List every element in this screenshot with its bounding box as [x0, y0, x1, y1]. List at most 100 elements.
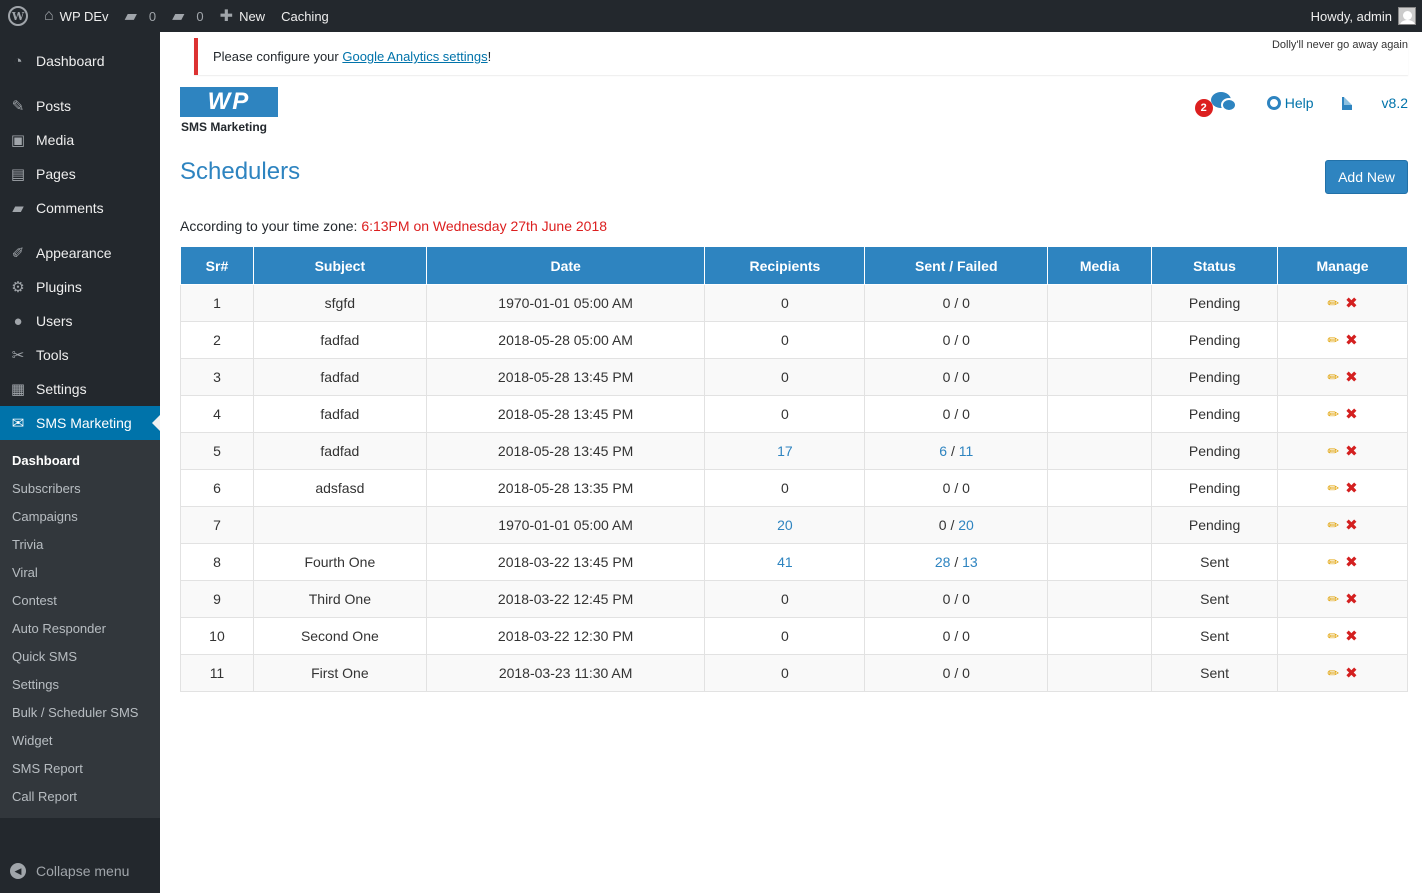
sent-value: 0: [942, 332, 951, 348]
cell-sr: 6: [180, 469, 254, 507]
new-content-menu[interactable]: ✚ New: [212, 0, 273, 32]
submenu-item-viral[interactable]: Viral: [0, 558, 160, 586]
sidebar-item-posts[interactable]: ✎ Posts: [0, 89, 160, 123]
cell-sent-failed: 0 / 0: [864, 284, 1049, 322]
edit-pencil-icon[interactable]: ✏: [1327, 628, 1339, 645]
sidebar-item-plugins[interactable]: ⚙ Plugins: [0, 270, 160, 304]
edit-pencil-icon[interactable]: ✏: [1327, 517, 1339, 534]
cell-subject: fadfad: [252, 321, 427, 359]
submenu-item-call-report[interactable]: Call Report: [0, 782, 160, 810]
cell-subject: fadfad: [252, 432, 427, 470]
recipients-value[interactable]: 20: [777, 517, 793, 533]
col-media[interactable]: Media: [1047, 246, 1153, 285]
caching-label: Caching: [281, 8, 329, 24]
cell-sent-failed: 0 / 20: [864, 506, 1049, 544]
sidebar-item-pages[interactable]: ▤ Pages: [0, 157, 160, 191]
submenu-item-quick-sms[interactable]: Quick SMS: [0, 642, 160, 670]
submenu-item-subscribers[interactable]: Subscribers: [0, 474, 160, 502]
recipients-value[interactable]: 17: [777, 443, 793, 459]
edit-pencil-icon[interactable]: ✏: [1327, 443, 1339, 460]
site-name-link[interactable]: ⌂ WP DEv: [36, 0, 117, 32]
delete-x-icon[interactable]: ✖: [1345, 442, 1358, 460]
cell-sr: 2: [180, 321, 254, 359]
delete-x-icon[interactable]: ✖: [1345, 405, 1358, 423]
delete-x-icon[interactable]: ✖: [1345, 627, 1358, 645]
cell-media: [1047, 321, 1153, 359]
analytics-notice: Please configure your Google Analytics s…: [194, 38, 1408, 75]
cell-status: Pending: [1151, 395, 1279, 433]
submenu-item-campaigns[interactable]: Campaigns: [0, 502, 160, 530]
chat-button[interactable]: 2: [1194, 92, 1237, 117]
col-sr[interactable]: Sr#: [180, 246, 254, 285]
submenu-item-widget[interactable]: Widget: [0, 726, 160, 754]
cell-sr: 7: [180, 506, 254, 544]
sidebar-item-tools[interactable]: ✂ Tools: [0, 338, 160, 372]
submenu-item-contest[interactable]: Contest: [0, 586, 160, 614]
submenu-item-dashboard[interactable]: Dashboard: [0, 446, 160, 474]
edit-pencil-icon[interactable]: ✏: [1327, 406, 1339, 423]
failed-value[interactable]: 20: [958, 517, 974, 533]
delete-x-icon[interactable]: ✖: [1345, 368, 1358, 386]
col-recipients[interactable]: Recipients: [704, 246, 866, 285]
submenu-item-sms-report[interactable]: SMS Report: [0, 754, 160, 782]
wp-logo-menu[interactable]: W: [0, 0, 36, 32]
col-sent-failed[interactable]: Sent / Failed: [864, 246, 1049, 285]
delete-x-icon[interactable]: ✖: [1345, 516, 1358, 534]
submenu-item-settings[interactable]: Settings: [0, 670, 160, 698]
sent-value[interactable]: 6: [939, 443, 947, 459]
sent-value: 0: [942, 480, 951, 496]
failed-value[interactable]: 11: [959, 443, 974, 459]
help-link[interactable]: Help: [1266, 95, 1314, 111]
delete-x-icon[interactable]: ✖: [1345, 479, 1358, 497]
delete-x-icon[interactable]: ✖: [1345, 331, 1358, 349]
submenu-item-trivia[interactable]: Trivia: [0, 530, 160, 558]
edit-pencil-icon[interactable]: ✏: [1327, 665, 1339, 682]
version-link[interactable]: v8.2: [1382, 95, 1408, 111]
cell-recipients: 0: [704, 284, 866, 322]
timezone-label: According to your time zone:: [180, 218, 362, 234]
add-new-button[interactable]: Add New: [1325, 160, 1408, 194]
help-label: Help: [1284, 95, 1314, 111]
sidebar-item-media[interactable]: ▣ Media: [0, 123, 160, 157]
sidebar-item-comments[interactable]: ▰ Comments: [0, 191, 160, 225]
edit-pencil-icon[interactable]: ✏: [1327, 554, 1339, 571]
failed-value[interactable]: 13: [962, 554, 978, 570]
cell-status: Sent: [1151, 654, 1279, 692]
collapse-menu-button[interactable]: ◀ Collapse menu: [0, 863, 129, 879]
document-icon[interactable]: [1341, 96, 1352, 110]
account-menu[interactable]: Howdy, admin: [1311, 7, 1422, 25]
cell-media: [1047, 580, 1153, 618]
edit-pencil-icon[interactable]: ✏: [1327, 591, 1339, 608]
schedulers-table: Sr# Subject Date Recipients Sent / Faile…: [180, 246, 1408, 692]
cell-status: Pending: [1151, 506, 1279, 544]
col-subject[interactable]: Subject: [252, 246, 427, 285]
sent-value[interactable]: 28: [935, 554, 951, 570]
edit-pencil-icon[interactable]: ✏: [1327, 369, 1339, 386]
col-date[interactable]: Date: [425, 246, 706, 285]
messages-link[interactable]: ▰ 0: [164, 0, 212, 32]
edit-pencil-icon[interactable]: ✏: [1327, 480, 1339, 497]
delete-x-icon[interactable]: ✖: [1345, 664, 1358, 682]
submenu-item-bulk-scheduler[interactable]: Bulk / Scheduler SMS: [0, 698, 160, 726]
delete-x-icon[interactable]: ✖: [1345, 590, 1358, 608]
caching-menu[interactable]: Caching: [273, 0, 337, 32]
delete-x-icon[interactable]: ✖: [1345, 553, 1358, 571]
edit-pencil-icon[interactable]: ✏: [1327, 295, 1339, 312]
analytics-settings-link[interactable]: Google Analytics settings: [342, 49, 487, 64]
sidebar-item-appearance[interactable]: ✐ Appearance: [0, 236, 160, 270]
submenu-item-auto-responder[interactable]: Auto Responder: [0, 614, 160, 642]
table-row: 2 fadfad 2018-05-28 05:00 AM 0 0 / 0 Pending ✏…: [180, 321, 1408, 359]
table-row: 6 adsfasd 2018-05-28 13:35 PM 0 0 / 0 Pending…: [180, 469, 1408, 507]
sidebar-item-users[interactable]: ● Users: [0, 304, 160, 338]
sidebar-item-settings[interactable]: ▦ Settings: [0, 372, 160, 406]
edit-pencil-icon[interactable]: ✏: [1327, 332, 1339, 349]
cell-sent-failed: 0 / 0: [864, 469, 1049, 507]
cell-sent-failed: 0 / 0: [864, 580, 1049, 618]
delete-x-icon[interactable]: ✖: [1345, 294, 1358, 312]
sent-value: 0: [942, 295, 951, 311]
recipients-value[interactable]: 41: [777, 554, 793, 570]
col-status[interactable]: Status: [1151, 246, 1279, 285]
sidebar-item-dashboard[interactable]: ◔ Dashboard: [0, 44, 160, 78]
sidebar-item-sms-marketing[interactable]: ✉ SMS Marketing: [0, 406, 160, 440]
comments-link[interactable]: ▰ 0: [117, 0, 165, 32]
